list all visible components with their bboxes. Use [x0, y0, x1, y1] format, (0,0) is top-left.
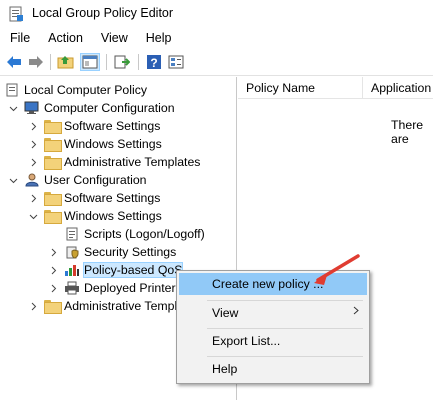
tree-item-scripts[interactable]: Scripts (Logon/Logoff)	[64, 225, 205, 243]
tree-item-label: Scripts (Logon/Logoff)	[84, 227, 205, 241]
column-header-application[interactable]: Application	[371, 81, 431, 95]
annotation-arrow-icon	[314, 254, 360, 285]
chevron-right-icon[interactable]	[28, 121, 38, 131]
tree-item-label: Policy-based QoS	[82, 262, 184, 278]
chevron-right-icon[interactable]	[28, 157, 38, 167]
tree-item-policy-based-qos[interactable]: Policy-based QoS	[48, 261, 184, 279]
chevron-down-icon[interactable]	[8, 175, 18, 185]
list-header: Policy Name Application	[238, 77, 433, 99]
tree-item-windows-settings[interactable]: Windows Settings	[28, 135, 162, 153]
tree-item-computer-configuration[interactable]: Computer Configuration	[8, 99, 175, 117]
menu-view[interactable]: View	[92, 28, 137, 48]
title-bar: Local Group Policy Editor	[0, 0, 433, 28]
menu-action[interactable]: Action	[39, 28, 92, 48]
tree-item-user-administrative-templates[interactable]: Administrative Templates	[28, 297, 200, 315]
help-icon[interactable]: ?	[144, 53, 164, 71]
tree-item-local-computer-policy[interactable]: Local Computer Policy	[4, 81, 147, 99]
chevron-right-icon[interactable]	[28, 139, 38, 149]
tree-item-deployed-printers[interactable]: Deployed Printers	[48, 279, 182, 297]
chevron-right-icon[interactable]	[48, 247, 58, 257]
folder-icon	[44, 191, 62, 206]
tree-item-label: Software Settings	[64, 119, 161, 133]
tree-item-label: Deployed Printers	[84, 281, 182, 295]
chevron-down-icon[interactable]	[8, 103, 18, 113]
tree-item-label: Computer Configuration	[44, 101, 175, 115]
tree-item-user-configuration[interactable]: User Configuration	[8, 171, 147, 189]
tree-item-software-settings[interactable]: Software Settings	[28, 117, 160, 135]
tree-item-label: Security Settings	[84, 245, 177, 259]
menu-item-view-label: View	[212, 306, 239, 320]
tree-item-user-windows-settings[interactable]: Windows Settings	[28, 207, 162, 225]
folder-icon	[44, 137, 62, 152]
folder-icon	[44, 299, 62, 314]
show-hide-tree-icon[interactable]	[80, 53, 100, 71]
menu-item-export-list[interactable]: Export List...	[179, 330, 367, 352]
tree-item-user-software-settings[interactable]: Software Settings	[28, 189, 160, 207]
group-policy-app-icon	[8, 6, 24, 22]
printer-icon	[64, 281, 80, 295]
folder-icon	[44, 119, 62, 134]
chevron-down-icon[interactable]	[28, 211, 38, 221]
folder-icon	[44, 209, 62, 224]
folder-icon	[44, 155, 62, 170]
menu-file[interactable]: File	[0, 28, 39, 48]
toolbar: ?	[0, 48, 433, 76]
security-shield-icon	[64, 245, 80, 259]
tree-item-label: User Configuration	[44, 173, 147, 187]
window-title: Local Group Policy Editor	[32, 6, 174, 20]
tree-item-label: Administrative Templates	[64, 155, 201, 169]
back-arrow-icon[interactable]	[4, 53, 24, 71]
column-header-policy-name[interactable]: Policy Name	[246, 81, 315, 95]
tree-item-security-settings[interactable]: Security Settings	[48, 243, 176, 261]
properties-icon[interactable]	[166, 53, 186, 71]
tree-item-label: Windows Settings	[64, 209, 162, 223]
up-folder-icon[interactable]	[56, 53, 76, 71]
submenu-arrow-icon	[353, 302, 359, 324]
svg-text:?: ?	[150, 56, 157, 70]
empty-list-message: There are	[391, 118, 424, 146]
tree-item-label: Software Settings	[64, 191, 161, 205]
tree-item-label: Windows Settings	[64, 137, 162, 151]
menu-item-view[interactable]: View	[179, 302, 367, 324]
script-document-icon	[64, 227, 80, 241]
forward-arrow-icon[interactable]	[26, 53, 46, 71]
tree-item-label: Local Computer Policy	[24, 83, 148, 97]
chevron-right-icon[interactable]	[28, 193, 38, 203]
menu-bar: File Action View Help	[0, 28, 433, 48]
tree-item-administrative-templates[interactable]: Administrative Templates	[28, 153, 200, 171]
menu-item-help[interactable]: Help	[179, 358, 367, 380]
chevron-right-icon[interactable]	[48, 265, 58, 275]
user-icon	[24, 173, 40, 187]
bar-chart-icon	[64, 263, 80, 277]
menu-help[interactable]: Help	[137, 28, 181, 48]
policy-document-icon	[4, 83, 20, 97]
export-list-icon[interactable]	[112, 53, 132, 71]
computer-icon	[24, 101, 40, 115]
chevron-right-icon[interactable]	[28, 301, 38, 311]
chevron-right-icon[interactable]	[48, 283, 58, 293]
